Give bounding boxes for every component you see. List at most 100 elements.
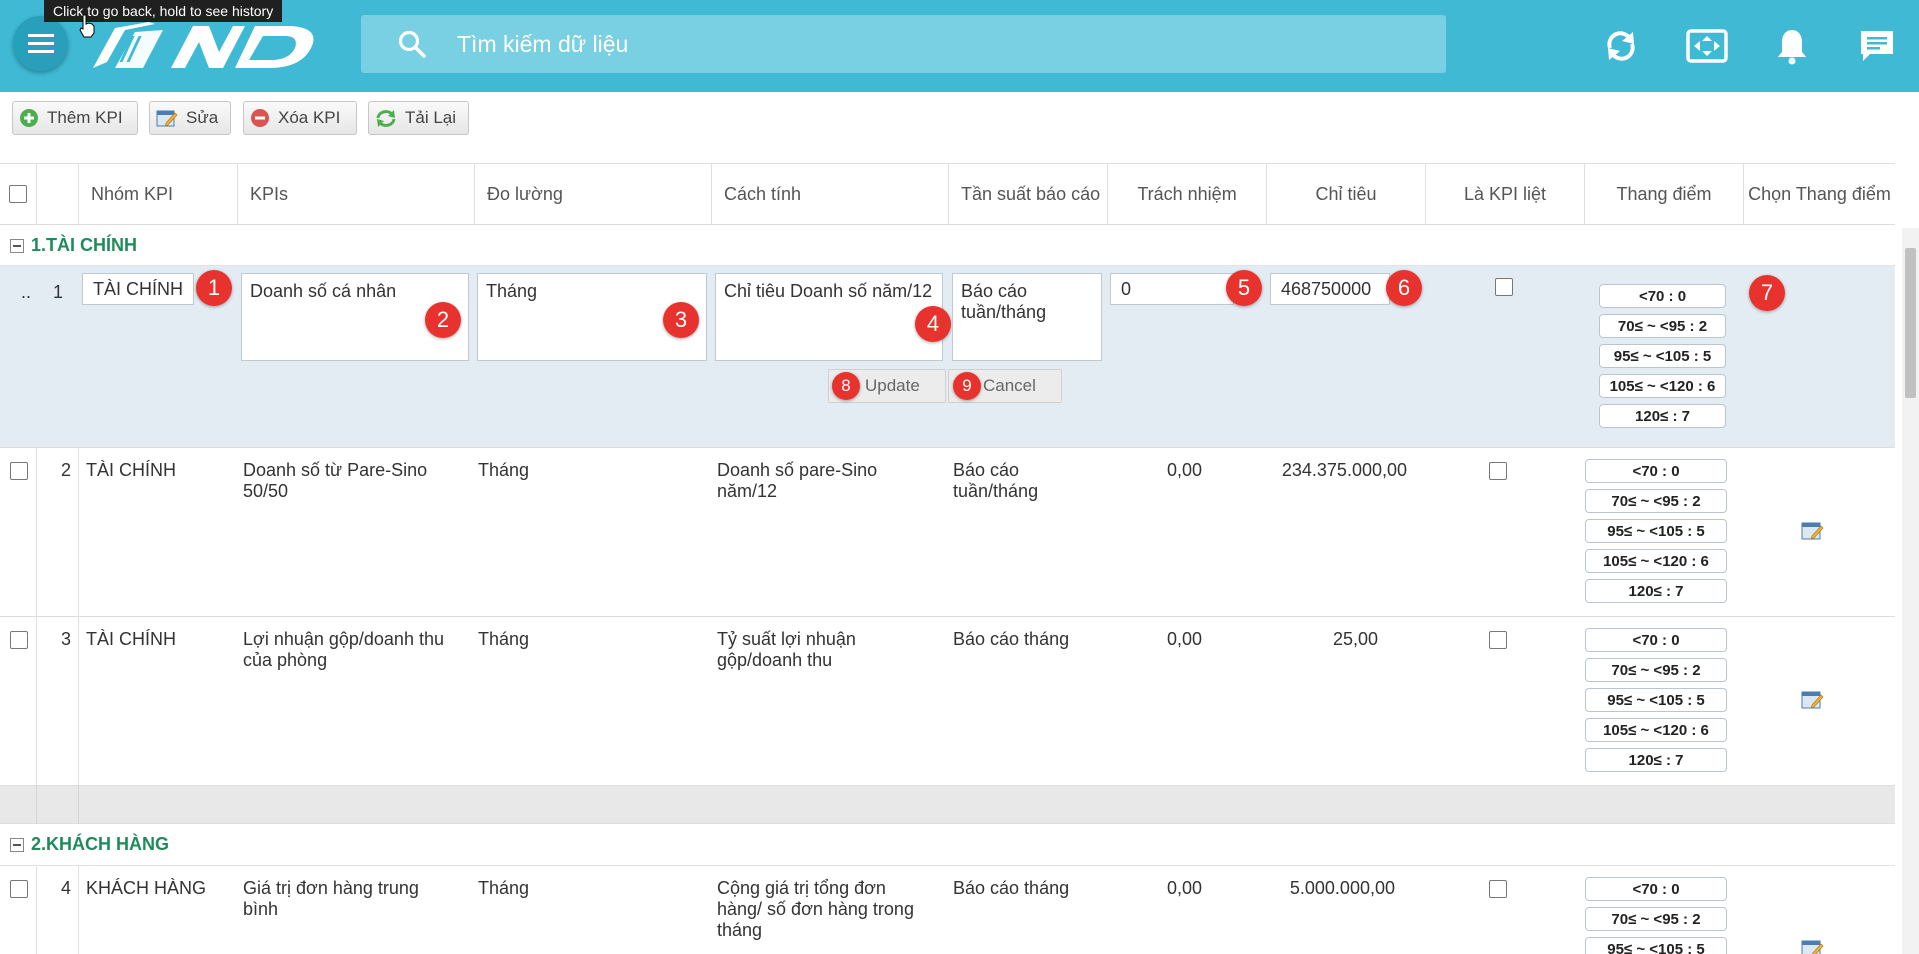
- scale-item: 105≤ ~ <120 : 6: [1599, 374, 1726, 398]
- collapse-icon[interactable]: [10, 238, 24, 253]
- grid-header: Nhóm KPI KPIs Đo lường Cách tính Tần suấ…: [0, 163, 1895, 225]
- scale-item: <70 : 0: [1585, 459, 1727, 483]
- critical-checkbox[interactable]: [1489, 880, 1507, 898]
- row-checkbox[interactable]: [10, 880, 28, 898]
- col-critical-header[interactable]: Là KPI liệt: [1425, 164, 1584, 224]
- table-row[interactable]: 2 TÀI CHÍNH Doanh số từ Pare-Sino 50/50 …: [0, 448, 1895, 617]
- delete-kpi-button[interactable]: Xóa KPI: [243, 101, 357, 135]
- scale-item: 105≤ ~ <120 : 6: [1585, 718, 1727, 742]
- search-input[interactable]: [457, 30, 1357, 58]
- scrollbar-thumb[interactable]: [1905, 248, 1916, 398]
- reload-label: Tải Lại: [405, 108, 457, 127]
- calc-cell: Cộng giá trị tổng đơn hàng/ số đơn hàng …: [717, 878, 914, 940]
- add-kpi-button[interactable]: Thêm KPI: [12, 101, 138, 135]
- group-footer: [0, 786, 1895, 824]
- group-row[interactable]: 1.TÀI CHÍNH: [0, 226, 1895, 266]
- search-bar[interactable]: [361, 15, 1446, 73]
- reload-button[interactable]: Tải Lại: [368, 101, 469, 135]
- row-index: 1: [52, 282, 63, 302]
- responsibility-input[interactable]: 0: [1110, 273, 1234, 305]
- scale-item: 95≤ ~ <105 : 5: [1585, 688, 1727, 712]
- scale-item: 120≤ : 7: [1599, 404, 1726, 428]
- chat-icon[interactable]: [1855, 24, 1899, 68]
- scale-item: <70 : 0: [1599, 284, 1726, 308]
- edit-icon: [156, 110, 178, 127]
- group-input[interactable]: TÀI CHÍNH: [82, 273, 194, 305]
- target-input[interactable]: 468750000: [1270, 273, 1390, 305]
- col-group-header[interactable]: Nhóm KPI: [78, 164, 237, 224]
- col-kpis-header[interactable]: KPIs: [237, 164, 474, 224]
- fullscreen-icon[interactable]: [1685, 24, 1729, 68]
- target-cell: 234.375.000,00: [1281, 460, 1407, 480]
- row-checkbox[interactable]: [10, 462, 28, 480]
- col-scale-header[interactable]: Thang điểm: [1584, 164, 1743, 224]
- annotation-badge-5: 5: [1226, 270, 1262, 306]
- group-cell: KHÁCH HÀNG: [86, 878, 207, 898]
- target-cell: 25,00: [1332, 629, 1378, 649]
- responsibility-cell: 0,00: [1166, 878, 1202, 898]
- table-row[interactable]: 4 KHÁCH HÀNG Giá trị đơn hàng trung bình…: [0, 866, 1895, 954]
- scale-item: <70 : 0: [1585, 628, 1727, 652]
- measure-cell: Tháng: [478, 629, 530, 649]
- scale-item: 70≤ ~ <95 : 2: [1585, 658, 1727, 682]
- measure-cell: Tháng: [478, 460, 530, 480]
- edit-label: Sửa: [186, 108, 219, 127]
- choose-scale-edit-icon[interactable]: [1801, 689, 1825, 711]
- choose-scale-edit-icon[interactable]: [1801, 520, 1825, 542]
- index-header: [36, 164, 78, 224]
- col-measure-header[interactable]: Đo lường: [474, 164, 711, 224]
- annotation-badge-2: 2: [425, 302, 461, 338]
- menu-button[interactable]: [13, 16, 68, 71]
- frequency-cell: Báo cáo tháng: [953, 629, 1070, 649]
- col-freq-header[interactable]: Tần suất báo cáo: [948, 164, 1107, 224]
- scale-item: 70≤ ~ <95 : 2: [1585, 907, 1727, 931]
- critical-checkbox[interactable]: [1495, 278, 1513, 296]
- kpi-cell: Doanh số từ Pare-Sino 50/50: [243, 460, 428, 501]
- row-checkbox[interactable]: [10, 631, 28, 649]
- vertical-scrollbar[interactable]: [1902, 228, 1919, 954]
- annotation-badge-1: 1: [196, 270, 232, 306]
- scale-item: 95≤ ~ <105 : 5: [1585, 937, 1727, 954]
- row-prefix: ..: [21, 282, 32, 302]
- annotation-badge-9: 9: [953, 372, 981, 400]
- bell-icon[interactable]: [1770, 24, 1814, 68]
- critical-checkbox[interactable]: [1489, 631, 1507, 649]
- calc-cell: Doanh số pare-Sino năm/12: [717, 460, 878, 501]
- annotation-badge-6: 6: [1386, 270, 1422, 306]
- col-resp-header[interactable]: Trách nhiệm: [1107, 164, 1266, 224]
- annotation-badge-3: 3: [663, 302, 699, 338]
- edit-button[interactable]: Sửa: [149, 101, 231, 135]
- scale-item: 95≤ ~ <105 : 5: [1585, 519, 1727, 543]
- row-index: 4: [60, 878, 71, 898]
- annotation-badge-7: 7: [1749, 275, 1785, 311]
- col-calc-header[interactable]: Cách tính: [711, 164, 948, 224]
- table-row[interactable]: 3 TÀI CHÍNH Lợi nhuận gộp/doanh thu của …: [0, 617, 1895, 786]
- row-index: 2: [60, 460, 71, 480]
- col-target-header[interactable]: Chỉ tiêu: [1266, 164, 1425, 224]
- select-all-cell: [0, 164, 36, 224]
- frequency-input[interactable]: Báo cáo tuần/tháng: [952, 273, 1102, 361]
- scale-item: 70≤ ~ <95 : 2: [1585, 489, 1727, 513]
- group-cell: TÀI CHÍNH: [86, 629, 176, 649]
- edit-row: .. 1 TÀI CHÍNH 1 Doanh số cá nhân 2 Thán…: [0, 266, 1895, 448]
- group-cell: TÀI CHÍNH: [86, 460, 176, 480]
- responsibility-cell: 0,00: [1166, 629, 1202, 649]
- critical-checkbox[interactable]: [1489, 462, 1507, 480]
- calc-input[interactable]: Chỉ tiêu Doanh số năm/12: [715, 273, 943, 361]
- scale-item: 120≤ : 7: [1585, 579, 1727, 603]
- col-choose-scale-header[interactable]: Chọn Thang điểm: [1743, 164, 1895, 224]
- scale-item: 120≤ : 7: [1585, 748, 1727, 772]
- measure-cell: Tháng: [478, 878, 530, 898]
- calc-cell: Tỷ suất lợi nhuận gộp/doanh thu: [717, 629, 856, 670]
- refresh-icon[interactable]: [1599, 24, 1643, 68]
- brand-logo[interactable]: [85, 18, 337, 74]
- choose-scale-edit-icon[interactable]: [1801, 938, 1825, 954]
- group-row[interactable]: 2.KHÁCH HÀNG: [0, 824, 1895, 866]
- row-index: 3: [60, 629, 71, 649]
- search-icon: [398, 30, 426, 58]
- select-all-checkbox[interactable]: [9, 185, 27, 203]
- group-label: 1.TÀI CHÍNH: [31, 235, 138, 255]
- kpi-cell: Lợi nhuận gộp/doanh thu của phòng: [243, 629, 444, 670]
- hamburger-icon: [27, 33, 54, 53]
- collapse-icon[interactable]: [10, 837, 24, 852]
